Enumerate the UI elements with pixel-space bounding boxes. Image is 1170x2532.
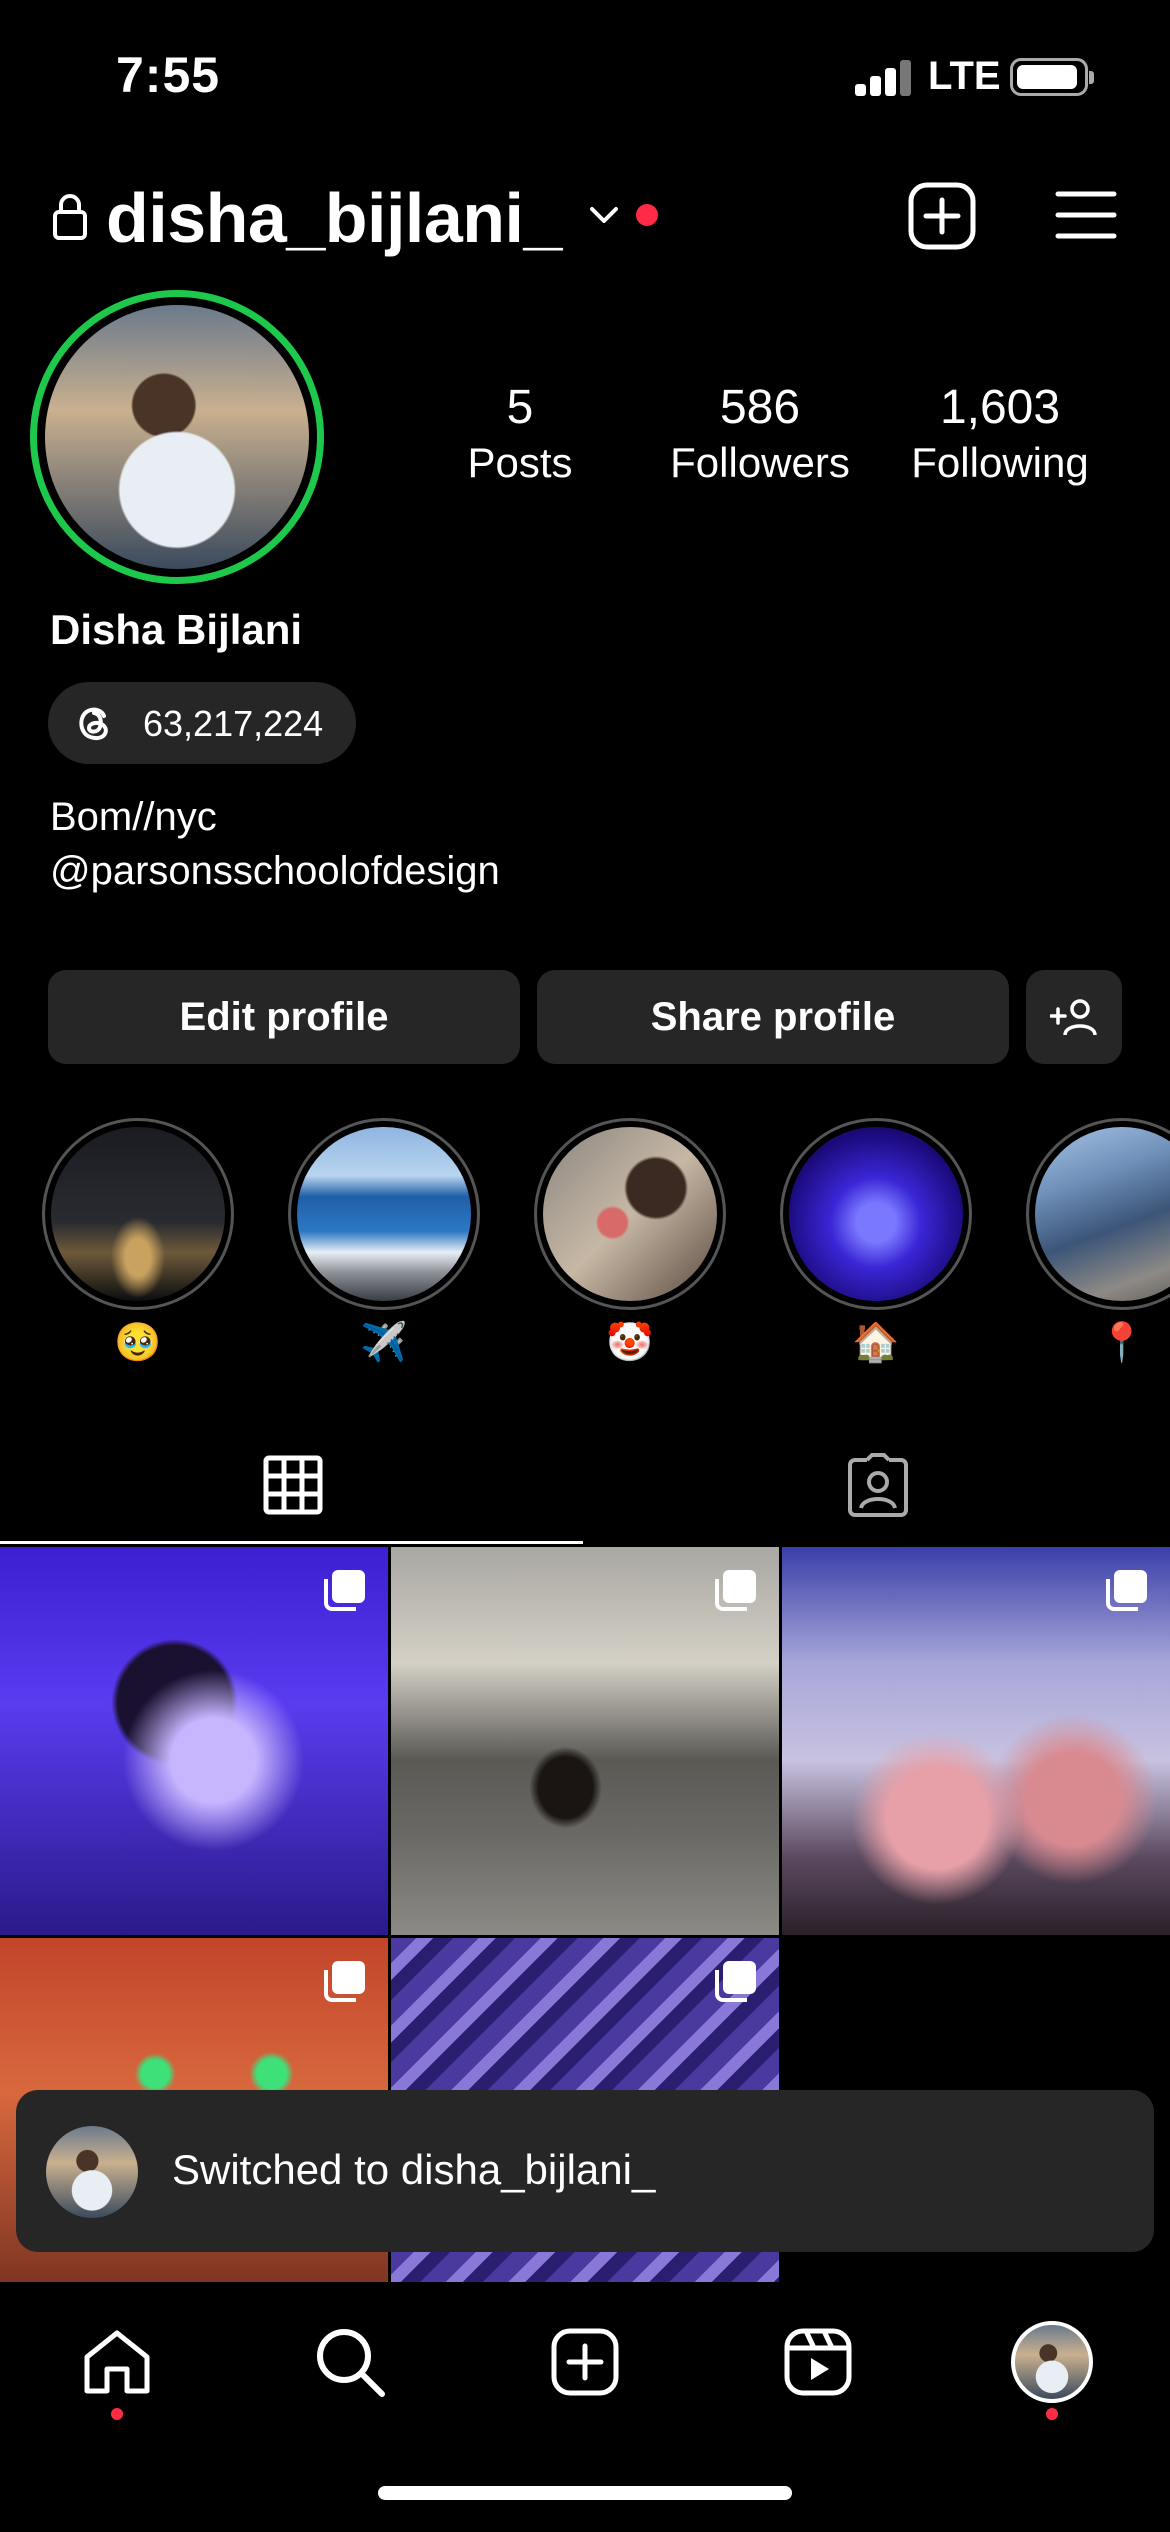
posts-label: Posts [467, 439, 573, 486]
post-thumbnail[interactable] [391, 1547, 779, 1935]
notification-dot [636, 204, 658, 226]
grid-icon [263, 1455, 322, 1515]
network-label: LTE [928, 54, 1001, 98]
carousel-icon [715, 1961, 756, 2002]
active-tab-indicator [0, 1541, 583, 1544]
nav-profile[interactable] [1002, 2312, 1102, 2412]
posts-count[interactable]: 5 Posts [445, 380, 595, 487]
threads-count: 63,217,224 [143, 703, 324, 744]
display-name: Disha Bijlani [50, 606, 303, 653]
bio-mention[interactable]: @parsonsschoolofdesign [50, 844, 500, 898]
signal-icon [855, 60, 913, 96]
account-switched-toast[interactable]: Switched to disha_bijlani_ [16, 2090, 1154, 2252]
carousel-icon [324, 1570, 365, 1611]
discover-people-button[interactable] [1026, 970, 1122, 1064]
tab-tagged[interactable] [585, 1425, 1170, 1545]
status-bar: 7:55 LTE [0, 0, 1170, 150]
posts-value: 5 [506, 381, 534, 434]
nav-home[interactable] [67, 2312, 167, 2412]
new-post-icon[interactable] [908, 182, 976, 250]
highlight-label: 🏠 [852, 1322, 900, 1364]
profile-header: disha_bijlani_ [0, 170, 1170, 262]
story-highlight[interactable]: 🤡 [534, 1118, 726, 1368]
story-highlight[interactable]: 🏠 [780, 1118, 972, 1368]
highlight-label: 📍 [1098, 1322, 1146, 1364]
story-highlight[interactable]: 📍 [1026, 1118, 1170, 1368]
status-time: 7:55 [116, 47, 221, 103]
add-person-icon [1050, 999, 1097, 1036]
tagged-icon [847, 1453, 908, 1517]
account-switcher[interactable]: disha_bijlani_ [106, 178, 562, 258]
carousel-icon [715, 1570, 756, 1611]
avatar-image [45, 305, 309, 569]
bio: Bom//nyc @parsonsschoolofdesign [50, 790, 500, 898]
followers-count[interactable]: 586 Followers [660, 380, 860, 487]
reels-icon [784, 2328, 852, 2396]
post-thumbnail[interactable] [0, 1547, 388, 1935]
following-value: 1,603 [939, 381, 1061, 434]
profile-notification-dot [1046, 2408, 1058, 2420]
menu-icon[interactable] [1055, 188, 1117, 242]
carousel-icon [324, 1961, 365, 2002]
followers-value: 586 [719, 381, 801, 434]
home-icon [84, 2330, 150, 2394]
chevron-down-icon[interactable] [586, 200, 622, 230]
avatar [46, 2126, 138, 2218]
highlight-cover [297, 1127, 471, 1301]
highlight-cover [789, 1127, 963, 1301]
highlight-cover [51, 1127, 225, 1301]
toast-message: Switched to disha_bijlani_ [172, 2146, 656, 2193]
tab-posts-grid[interactable] [0, 1425, 585, 1545]
battery-icon [1010, 58, 1094, 96]
home-notification-dot [111, 2408, 123, 2420]
nav-search[interactable] [300, 2312, 400, 2412]
story-highlight[interactable]: ✈️ [288, 1118, 480, 1368]
profile-avatar[interactable] [30, 290, 324, 584]
nav-reels[interactable] [768, 2312, 868, 2412]
profile-avatar-icon [1011, 2321, 1093, 2403]
nav-create[interactable] [535, 2312, 635, 2412]
highlight-cover [1035, 1127, 1170, 1301]
search-icon [317, 2329, 385, 2397]
highlight-label: ✈️ [360, 1322, 408, 1364]
threads-badge[interactable]: 63,217,224 [48, 682, 356, 764]
share-profile-button[interactable]: Share profile [537, 970, 1009, 1064]
highlight-label: 🤡 [606, 1322, 654, 1364]
post-thumbnail[interactable] [782, 1547, 1170, 1935]
threads-icon [79, 707, 108, 741]
home-indicator [378, 2486, 792, 2500]
create-icon [551, 2328, 619, 2396]
followers-label: Followers [670, 439, 850, 486]
story-highlight[interactable]: 🥹 [42, 1118, 234, 1368]
lock-icon [53, 194, 87, 240]
following-count[interactable]: 1,603 Following [900, 380, 1100, 487]
edit-profile-button[interactable]: Edit profile [48, 970, 520, 1064]
following-label: Following [911, 439, 1089, 486]
highlight-cover [543, 1127, 717, 1301]
bio-line: Bom//nyc [50, 795, 217, 839]
carousel-icon [1106, 1570, 1147, 1611]
highlight-label: 🥹 [114, 1322, 162, 1364]
